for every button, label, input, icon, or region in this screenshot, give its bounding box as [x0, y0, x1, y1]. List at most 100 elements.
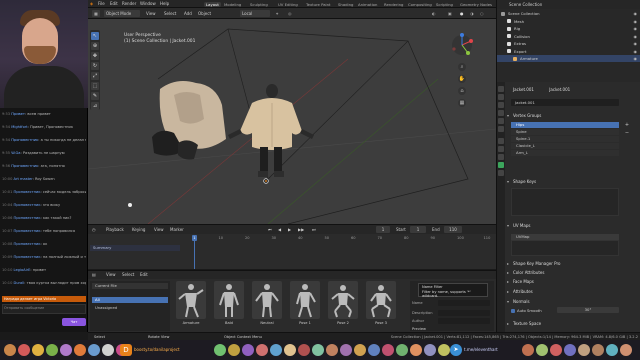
3d-viewport[interactable]: User Perspective (1) Scene Collection | …	[88, 19, 496, 224]
play-icon[interactable]: ▶	[288, 226, 291, 233]
view-layer-tab-icon[interactable]	[498, 110, 504, 116]
chat-user[interactable]: Проповестник	[14, 242, 41, 246]
asset-menu-select[interactable]: Select	[122, 271, 134, 278]
scale-tool-icon[interactable]: ⤢	[91, 72, 99, 80]
camera-view-icon[interactable]: ⌂	[458, 87, 466, 95]
marker-menu[interactable]: Marker	[170, 226, 184, 233]
tab-compositing[interactable]: Compositing	[408, 2, 432, 7]
transform-orientation-dropdown[interactable]: Local	[240, 10, 270, 17]
chat-user[interactable]: Проповестник	[14, 216, 41, 220]
tab-rendering[interactable]: Rendering	[384, 2, 403, 7]
playback-menu[interactable]: Playback	[106, 226, 124, 233]
description-input[interactable]	[438, 310, 490, 316]
face-maps-section[interactable]: ▸ Face Maps	[505, 278, 639, 286]
chat-send-button[interactable]: Чат	[62, 318, 86, 326]
cursor-tool-icon[interactable]: ⊕	[91, 42, 99, 50]
visibility-eye-icon[interactable]: ◉	[634, 25, 638, 32]
vertex-group-row[interactable]: Spine	[511, 129, 619, 135]
start-frame-field[interactable]: 1	[410, 226, 426, 233]
visibility-eye-icon[interactable]: ◉	[634, 48, 638, 55]
shading-rendered-icon[interactable]: ○	[480, 10, 484, 17]
shading-solid-icon[interactable]: ●	[460, 10, 464, 17]
vertex-group-row[interactable]: Hips	[511, 122, 619, 128]
viewport-menu-add[interactable]: Add	[184, 10, 192, 17]
object-tab-icon[interactable]	[498, 138, 504, 144]
vertex-group-row[interactable]: Clavicle_L	[511, 143, 619, 149]
mode-dropdown[interactable]: Object Mode	[104, 10, 140, 17]
tab-uv-editing[interactable]: UV Editing	[278, 2, 298, 7]
mesh-data-tab-icon[interactable]	[498, 162, 504, 168]
asset-menu-view[interactable]: View	[106, 271, 116, 278]
visibility-eye-icon[interactable]: ◉	[634, 33, 638, 40]
overlays-icon[interactable]: ◐	[432, 10, 436, 17]
viewport-menu-view[interactable]: View	[146, 10, 156, 17]
step-forward-icon[interactable]: ▶▶	[298, 226, 304, 233]
outliner-row[interactable]: Export ◉	[497, 48, 640, 55]
rotate-tool-icon[interactable]: ↻	[91, 62, 99, 70]
library-dropdown[interactable]: Current File	[92, 283, 168, 289]
menu-render[interactable]: Render	[122, 1, 136, 6]
shape-key-manager-section[interactable]: ▸ Shape Key Manager Pro	[505, 260, 639, 268]
menu-edit[interactable]: Edit	[110, 1, 118, 6]
snap-icon[interactable]: ⌖	[276, 10, 278, 17]
tab-layout[interactable]: Layout	[204, 1, 221, 7]
current-frame-field[interactable]: 1	[376, 226, 390, 233]
mesh-name-field[interactable]: Jacket.001	[511, 99, 619, 106]
chat-user[interactable]: Durall	[14, 281, 25, 285]
uv-maps-section[interactable]: ▾ UV Maps	[505, 222, 639, 230]
chat-user[interactable]: Проповестник	[14, 255, 41, 259]
tab-shading[interactable]: Shading	[338, 2, 353, 7]
chat-user[interactable]: Проповестник	[14, 229, 41, 233]
catalog-unassigned[interactable]: Unassigned	[92, 305, 168, 311]
menu-file[interactable]: File	[98, 1, 105, 6]
tab-texture-paint[interactable]: Texture Paint	[306, 2, 331, 7]
chat-user[interactable]: LegioAirE	[14, 268, 31, 272]
outliner-row[interactable]: Mesh ◉	[497, 18, 640, 25]
preview-section[interactable]: Preview	[412, 327, 426, 331]
render-tab-icon[interactable]	[498, 94, 504, 100]
chat-input[interactable]: Отправить сообщение	[2, 304, 86, 314]
chat-user[interactable]: Mightfort	[11, 125, 27, 129]
tool-tab-icon[interactable]	[498, 86, 504, 92]
asset-item[interactable]: Bald	[212, 281, 246, 329]
select-box-icon[interactable]: ↖	[91, 32, 99, 40]
measure-tool-icon[interactable]: ⊿	[91, 102, 99, 110]
auto-smooth-angle-field[interactable]: 30°	[557, 307, 619, 313]
shape-key-list[interactable]	[511, 188, 619, 216]
zoom-icon[interactable]: ⌕	[458, 63, 466, 71]
color-attributes-section[interactable]: ▸ Color Attributes	[505, 269, 639, 277]
outliner-row[interactable]: Collision ◉	[497, 33, 640, 40]
chat-user[interactable]: Art master	[14, 177, 33, 181]
menu-help[interactable]: Help	[160, 1, 169, 6]
chat-user[interactable]: Проповестник	[14, 203, 41, 207]
chat-user[interactable]: Привет	[11, 112, 25, 116]
vertex-groups-section[interactable]: ▾ Vertex Groups	[505, 112, 639, 120]
step-back-icon[interactable]: ◀	[278, 226, 281, 233]
output-tab-icon[interactable]	[498, 102, 504, 108]
blender-logo-icon[interactable]: ◈	[90, 1, 93, 6]
chat-user[interactable]: Проповестник	[11, 138, 38, 142]
author-input[interactable]	[438, 318, 490, 324]
normals-section[interactable]: ▾ Normals	[505, 298, 639, 306]
chat-user[interactable]: Проповестник	[11, 164, 38, 168]
visibility-eye-icon[interactable]: ◉	[634, 18, 638, 25]
move-tool-icon[interactable]: ✥	[91, 52, 99, 60]
modifier-tab-icon[interactable]	[498, 146, 504, 152]
timeline-view-menu[interactable]: View	[154, 226, 164, 233]
material-tab-icon[interactable]	[498, 170, 504, 176]
asset-editor-icon[interactable]: ▤	[92, 271, 96, 278]
viewport-menu-select[interactable]: Select	[164, 10, 176, 17]
menu-window[interactable]: Window	[140, 1, 156, 6]
visibility-eye-icon[interactable]: ◉	[634, 55, 638, 62]
outliner-row[interactable]: Scene Collection ◉	[497, 10, 640, 17]
visibility-eye-icon[interactable]: ◉	[634, 10, 638, 17]
jump-end-icon[interactable]: ⏭	[312, 226, 316, 233]
vertex-group-row[interactable]: Arm_L	[511, 150, 619, 156]
name-input[interactable]	[438, 300, 490, 306]
tab-animation[interactable]: Animation	[358, 2, 377, 7]
outliner-row[interactable]: Extras ◉	[497, 40, 640, 47]
physics-tab-icon[interactable]	[498, 154, 504, 160]
chat-user[interactable]: W.Ga	[11, 151, 20, 155]
uv-map-list[interactable]	[511, 240, 619, 256]
tab-geometry-nodes[interactable]: Geometry Nodes	[460, 2, 492, 7]
